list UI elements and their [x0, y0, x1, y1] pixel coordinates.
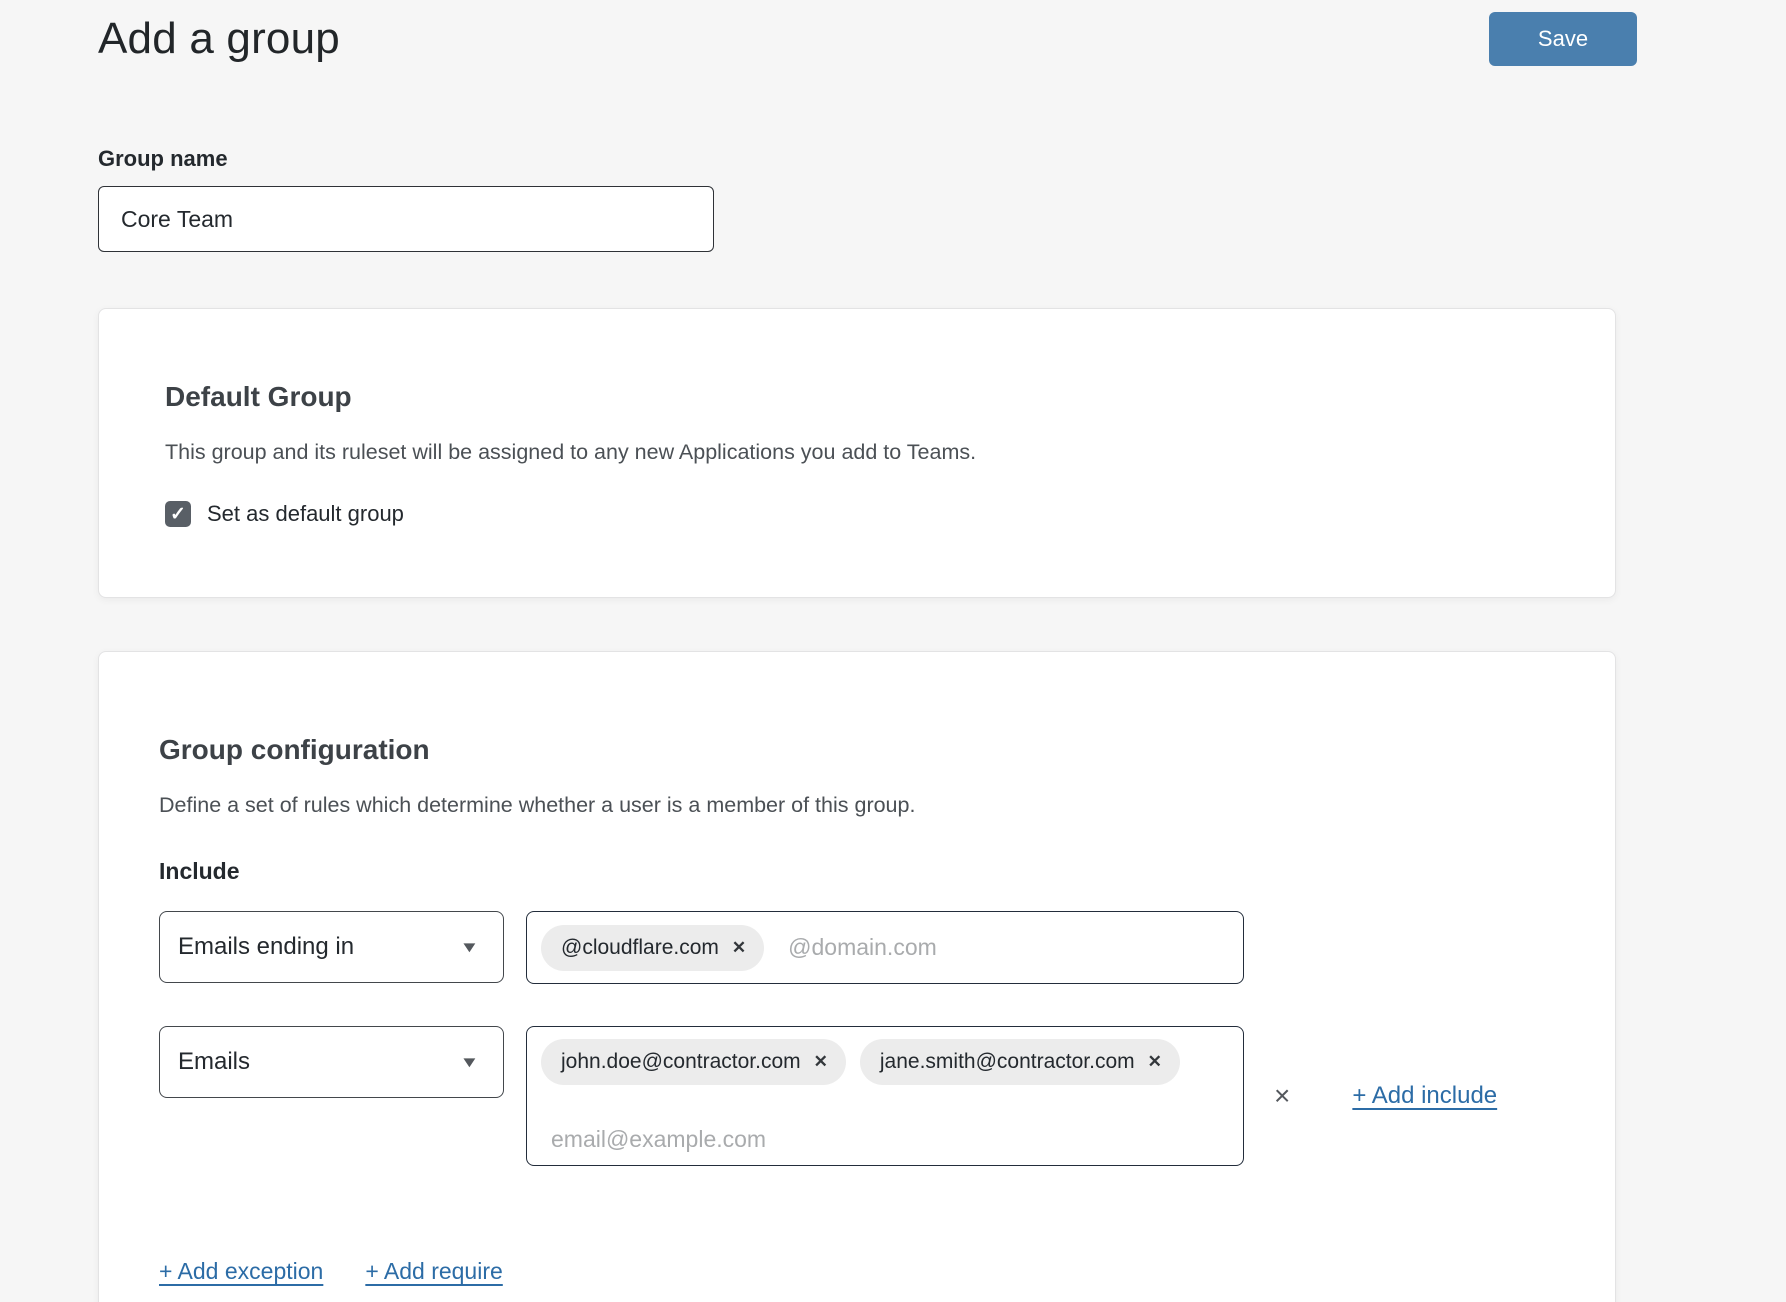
page-header: Add a group Save — [98, 0, 1637, 66]
remove-rule-button[interactable]: × — [1274, 1082, 1290, 1110]
rule-values-placeholder: email@example.com — [551, 1126, 1229, 1153]
add-require-link[interactable]: + Add require — [365, 1258, 502, 1285]
rule-values-placeholder: @domain.com — [788, 934, 937, 961]
email-chip-label: @cloudflare.com — [561, 936, 719, 960]
group-name-label: Group name — [98, 146, 1688, 172]
default-group-checkbox-row: ✓ Set as default group — [165, 501, 1547, 527]
default-group-title: Default Group — [165, 381, 1547, 413]
group-configuration-description: Define a set of rules which determine wh… — [159, 793, 1555, 818]
email-chip: jane.smith@contractor.com ✕ — [860, 1039, 1180, 1085]
add-include-link[interactable]: + Add include — [1352, 1082, 1497, 1109]
close-icon[interactable]: ✕ — [1148, 1052, 1162, 1072]
include-label: Include — [159, 858, 1555, 885]
email-chip-label: john.doe@contractor.com — [561, 1050, 801, 1074]
default-group-description: This group and its ruleset will be assig… — [165, 440, 1547, 465]
default-group-checkbox-label: Set as default group — [207, 501, 404, 527]
email-chip-label: jane.smith@contractor.com — [880, 1050, 1135, 1074]
close-icon[interactable]: ✕ — [732, 938, 746, 958]
rule-type-select[interactable]: Emails ▼ — [159, 1026, 504, 1098]
default-group-card: Default Group This group and its ruleset… — [98, 308, 1616, 598]
page-title: Add a group — [98, 14, 340, 64]
close-icon[interactable]: ✕ — [814, 1052, 828, 1072]
group-configuration-card: Group configuration Define a set of rule… — [98, 651, 1616, 1302]
default-group-checkbox[interactable]: ✓ — [165, 501, 191, 527]
rule-values-input[interactable]: @cloudflare.com ✕ @domain.com — [526, 911, 1244, 984]
group-name-input[interactable] — [98, 186, 714, 252]
include-rule-row: Emails ending in ▼ @cloudflare.com ✕ @do… — [159, 911, 1555, 984]
rule-links-row: + Add exception + Add require — [159, 1258, 1555, 1285]
save-button[interactable]: Save — [1489, 12, 1637, 66]
email-chip: john.doe@contractor.com ✕ — [541, 1039, 846, 1085]
rule-type-select-value: Emails — [178, 1048, 250, 1076]
chevron-down-icon: ▼ — [460, 939, 480, 956]
check-icon: ✓ — [170, 503, 186, 526]
chevron-down-icon: ▼ — [460, 1054, 480, 1071]
add-group-page: Add a group Save Group name Default Grou… — [0, 0, 1688, 1302]
rule-type-select-value: Emails ending in — [178, 933, 354, 961]
rule-type-select[interactable]: Emails ending in ▼ — [159, 911, 504, 983]
include-rule-row: Emails ▼ john.doe@contractor.com ✕ jane.… — [159, 1026, 1555, 1166]
group-configuration-title: Group configuration — [159, 734, 1555, 766]
email-chip: @cloudflare.com ✕ — [541, 925, 764, 971]
rule-values-input[interactable]: john.doe@contractor.com ✕ jane.smith@con… — [526, 1026, 1244, 1166]
add-exception-link[interactable]: + Add exception — [159, 1258, 323, 1285]
